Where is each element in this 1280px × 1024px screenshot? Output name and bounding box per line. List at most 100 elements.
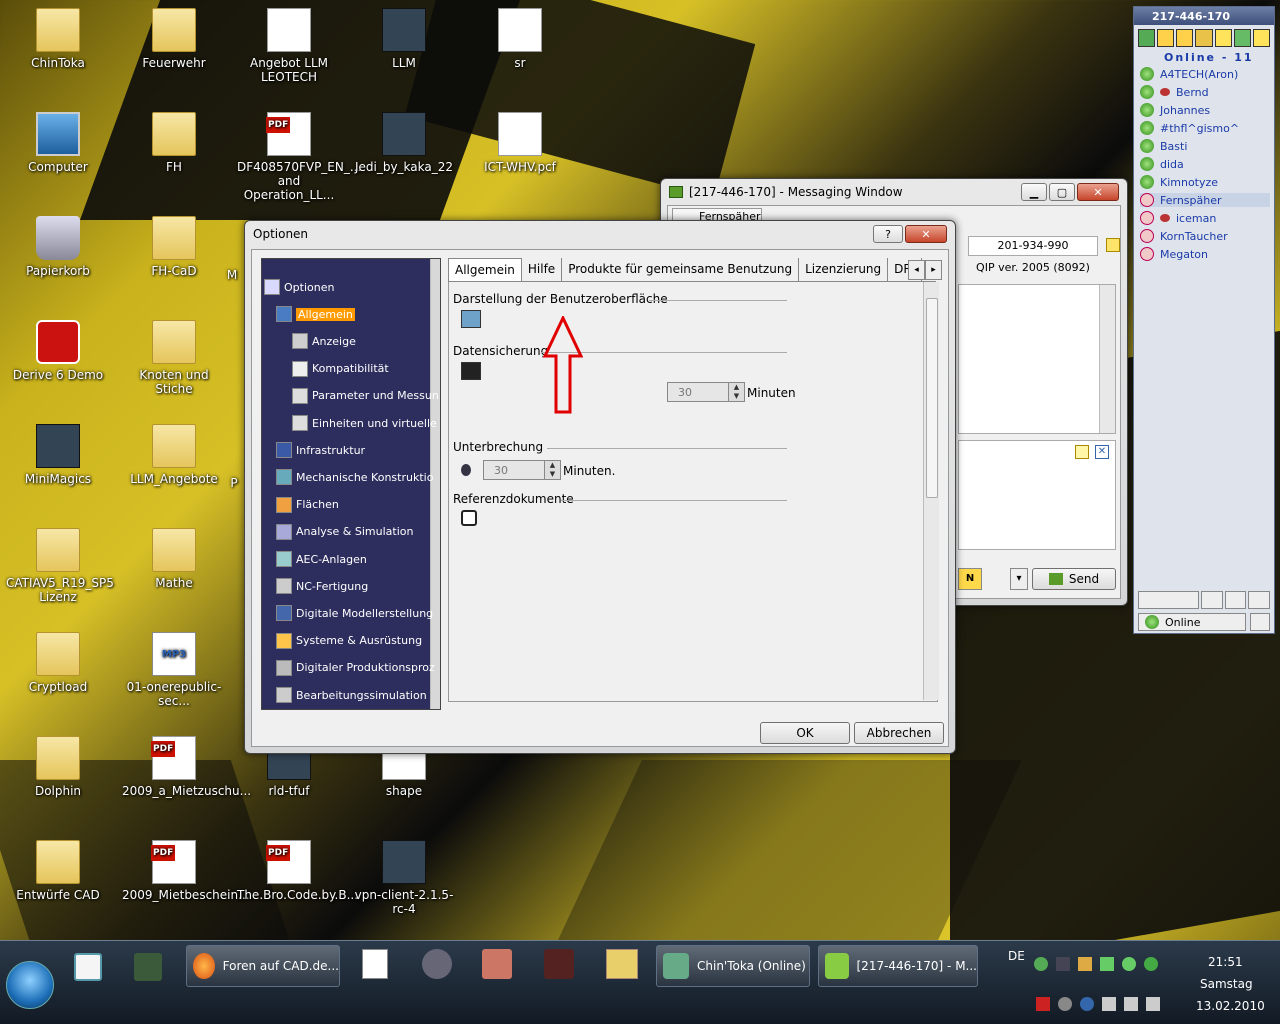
close-button[interactable]: ✕ [905, 225, 947, 243]
language-indicator[interactable]: DE [1008, 949, 1025, 963]
contact-item[interactable]: A4TECH(Aron) [1140, 67, 1270, 81]
tree-item-parameters[interactable]: Parameter und Messun [292, 387, 439, 404]
taskbar-item-firefox[interactable]: Foren auf CAD.de... [186, 945, 340, 987]
tree-item-options[interactable]: Optionen [264, 279, 334, 295]
qip-status-selector[interactable]: Online [1138, 613, 1246, 631]
spinner-arrows[interactable]: ▲ ▼ [544, 461, 560, 479]
tree-item-digital-model[interactable]: Digitale Modellerstellung [276, 605, 433, 622]
contact-item[interactable]: KornTaucher [1140, 229, 1270, 243]
spinner-arrows[interactable]: ▲ ▼ [728, 383, 744, 401]
backup-interval-spinner[interactable]: 30 ▲ ▼ [667, 382, 745, 402]
info-icon[interactable] [1106, 238, 1120, 252]
close-button[interactable]: ✕ [1077, 183, 1119, 201]
desktop-icon[interactable]: LLM_Angebote [122, 424, 226, 486]
tree-item-compatibility[interactable]: Kompatibilität [292, 360, 389, 377]
contact-item[interactable]: iceman [1140, 211, 1270, 225]
desktop-icon[interactable]: vpn-client-2.1.5-rc-4 [352, 840, 456, 916]
desktop-icon[interactable]: Knoten und Stiche [122, 320, 226, 396]
qip-status-icon[interactable] [1138, 29, 1156, 47]
tab-produkte-für-gemeinsame-benutzung[interactable]: Produkte für gemeinsame Benutzung [562, 258, 800, 281]
qip-history-icon[interactable] [1214, 29, 1232, 47]
message-history[interactable] [958, 284, 1116, 434]
desktop-icon[interactable]: CATIAV5_R19_SP5 Lizenz [6, 528, 114, 604]
game-icon[interactable] [482, 949, 512, 979]
note-icon[interactable] [1075, 445, 1089, 459]
maximize-button[interactable]: ▢ [1049, 183, 1075, 201]
send-options-dropdown[interactable]: ▾ [1010, 568, 1028, 590]
qip-user-icon[interactable] [1195, 29, 1213, 47]
contact-item[interactable]: Fernspäher [1140, 193, 1270, 207]
desktop-icon[interactable]: Mathe [122, 528, 226, 590]
contact-item[interactable]: Johannes [1140, 103, 1270, 117]
options-titlebar[interactable]: Optionen ? ✕ [245, 221, 955, 247]
clock-date[interactable]: 13.02.2010 [1196, 999, 1265, 1013]
notes-button[interactable]: N [958, 568, 982, 590]
robot-icon[interactable] [422, 949, 452, 979]
qip-titlebar[interactable]: 217-446-170 [1134, 7, 1274, 25]
tab-scroll-left-button[interactable]: ◂ [908, 260, 925, 280]
options-tree[interactable]: Optionen Allgemein Anzeige Kompatibilität Pa… [261, 258, 441, 710]
tree-item-systems[interactable]: Systeme & Ausrüstung [276, 632, 422, 649]
tree-item-aec[interactable]: AEC-Anlagen [276, 551, 367, 567]
tray-network-icon[interactable] [1100, 957, 1114, 971]
tray-qip-icon[interactable] [1122, 957, 1136, 971]
desktop-icon[interactable]: sr [468, 8, 572, 70]
tray-flag-icon[interactable] [1102, 997, 1116, 1011]
desktop-icon[interactable]: Computer [6, 112, 110, 174]
tree-item-production[interactable]: Digitaler Produktionsproz [276, 659, 435, 676]
uin-field[interactable]: 201-934-990 [968, 236, 1098, 256]
qip-phone-button[interactable] [1248, 591, 1271, 609]
scrollbar-thumb[interactable] [926, 298, 938, 498]
messaging-titlebar[interactable]: [217-446-170] - Messaging Window ▁ ▢ ✕ [661, 179, 1127, 205]
tray-pencil-icon[interactable] [1078, 957, 1092, 971]
desktop-icon[interactable]: DF408570FVP_EN_... and Operation_LL... [237, 112, 361, 202]
tray-antivirus-icon[interactable] [1036, 997, 1050, 1011]
reference-documents-icon[interactable] [461, 510, 477, 526]
cancel-button[interactable]: Abbrechen [854, 722, 944, 744]
jedi-icon[interactable] [544, 949, 574, 979]
desktop-icon[interactable]: Cryptload [6, 632, 110, 694]
desktop-icon[interactable]: Jedi_by_kaka_22 [352, 112, 456, 174]
options-dialog[interactable]: Optionen ? ✕ Optionen Allgemein Anzeige Kom… [244, 220, 956, 754]
qip-tools-icon[interactable] [1233, 29, 1251, 47]
contact-item[interactable]: Basti [1140, 139, 1270, 153]
desktop-icon[interactable]: Angebot LLM LEOTECH [237, 8, 341, 84]
close-icon[interactable]: ✕ [1095, 445, 1109, 459]
qip-add-user-button[interactable] [1201, 591, 1223, 609]
panel-scrollbar[interactable] [923, 282, 939, 700]
online-group-header[interactable]: Online - 11 [1164, 51, 1254, 64]
desktop-icon[interactable]: The.Bro.Code.by.B... [237, 840, 358, 902]
pinned-app-icon[interactable] [134, 953, 162, 981]
history-scrollbar[interactable] [1099, 285, 1115, 433]
save-icon[interactable] [461, 362, 481, 380]
minimize-button[interactable]: ▁ [1021, 183, 1047, 201]
tree-item-nc[interactable]: NC-Fertigung [276, 578, 368, 595]
contact-item[interactable]: Kimnotyze [1140, 175, 1270, 189]
desktop-icon[interactable]: ChinToka [6, 8, 110, 70]
tab-scroll-right-button[interactable]: ▸ [925, 260, 942, 280]
desktop-icon[interactable]: Entwürfe CAD [6, 840, 110, 902]
tray-qip-status-icon[interactable] [1144, 957, 1158, 971]
interrupt-interval-spinner[interactable]: 30 ▲ ▼ [483, 460, 561, 480]
tray-display-icon[interactable] [1124, 997, 1138, 1011]
desktop-icon[interactable]: MP3 01-onerepublic-sec... [122, 632, 226, 708]
qip-contact-list[interactable]: 217-446-170 Online - 11 A4TECH(Aron) Bern… [1133, 6, 1275, 634]
tray-drive-icon[interactable] [1056, 957, 1070, 971]
send-button[interactable]: Send [1032, 568, 1116, 590]
qip-messages-icon[interactable] [1252, 29, 1270, 47]
contact-item[interactable]: #thfl^gismo^ [1140, 121, 1270, 135]
desktop-icon[interactable]: 2009_a_Mietzuschu... [122, 736, 251, 798]
tree-item-display[interactable]: Anzeige [292, 333, 356, 350]
document-icon[interactable] [362, 949, 388, 979]
taskbar-item-qip[interactable]: Chin'Toka (Online) [656, 945, 810, 987]
desktop-icon[interactable]: MiniMagics [6, 424, 110, 486]
tab-allgemein[interactable]: Allgemein [448, 258, 522, 281]
ok-button[interactable]: OK [760, 722, 850, 744]
tree-item-units[interactable]: Einheiten und virtuelle [292, 415, 437, 431]
ui-settings-icon[interactable] [461, 310, 481, 328]
message-input[interactable]: ✕ [958, 440, 1116, 550]
tray-volume-icon[interactable] [1146, 997, 1160, 1011]
clock-day[interactable]: Samstag [1200, 977, 1253, 991]
tab-lizenzierung[interactable]: Lizenzierung [799, 258, 889, 281]
desktop-icon[interactable]: Derive 6 Demo [6, 320, 110, 382]
